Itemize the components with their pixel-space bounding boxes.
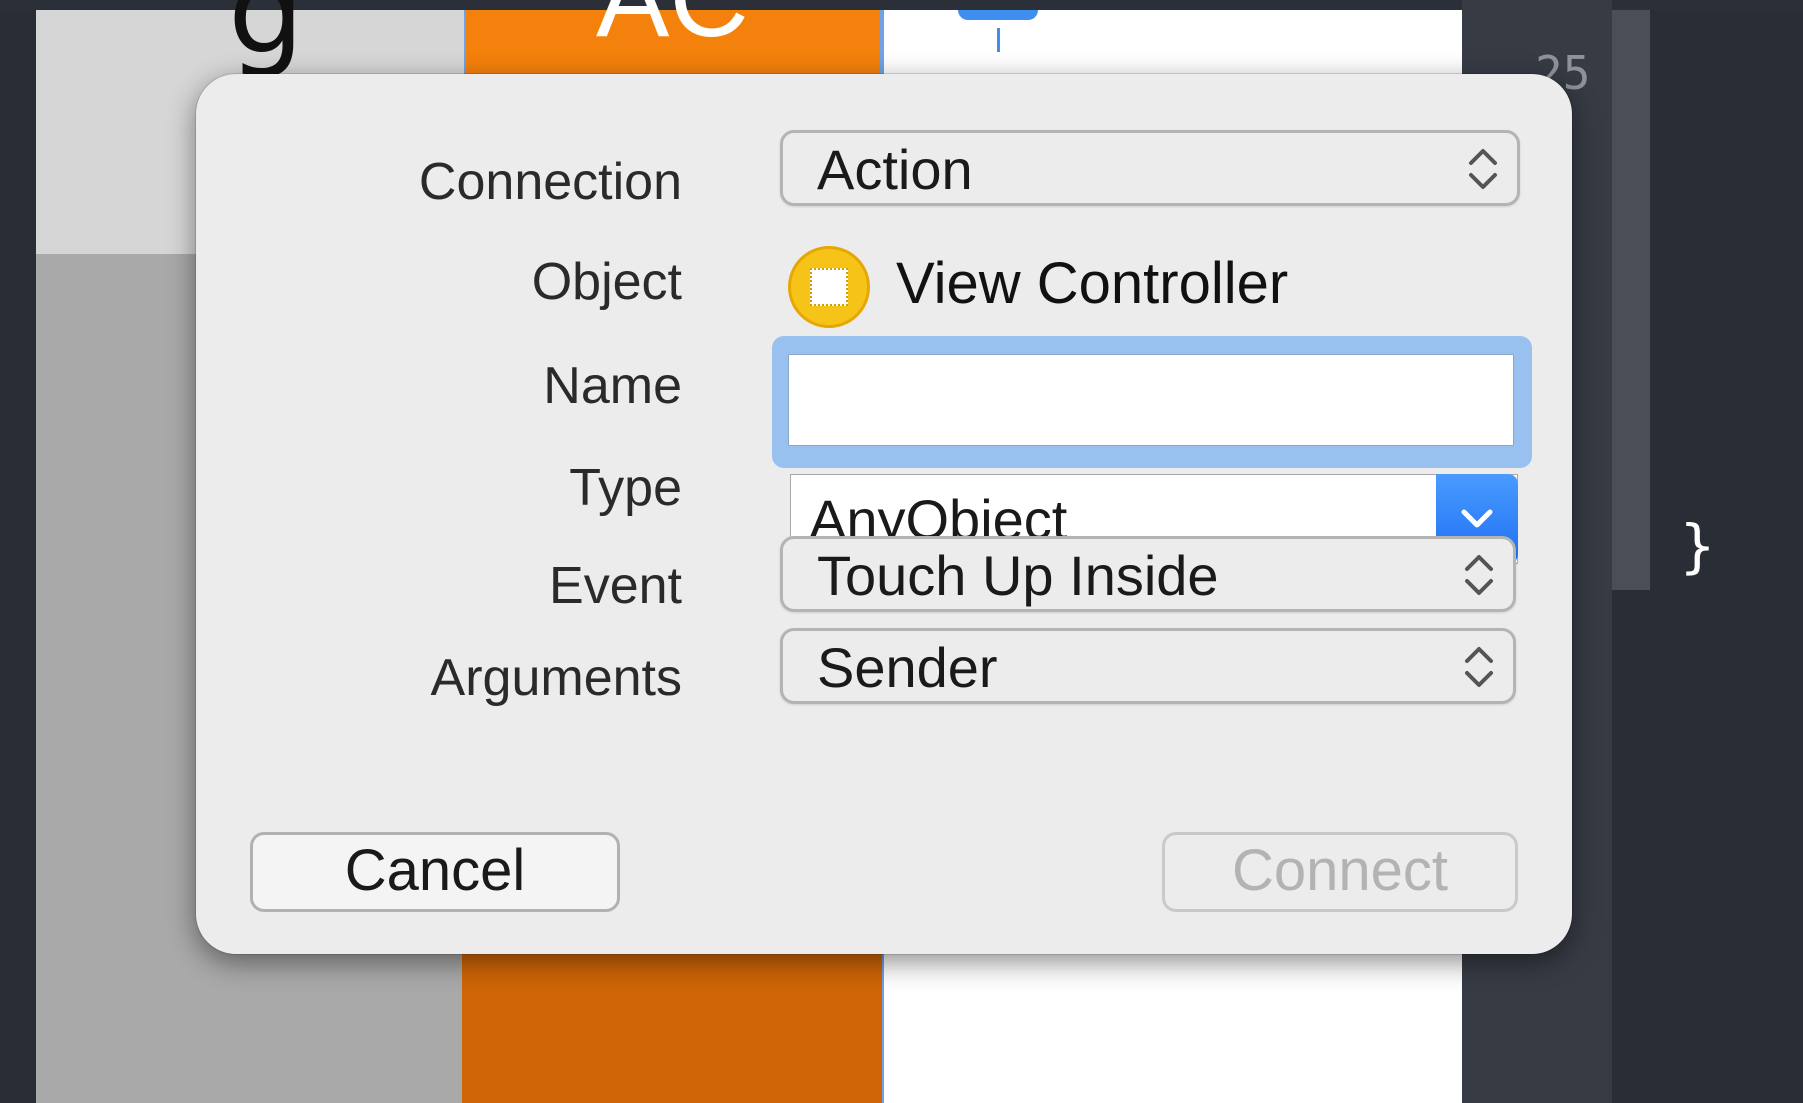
code-editor-ruler (1612, 10, 1650, 590)
connect-button[interactable]: Connect (1162, 832, 1518, 912)
object-value: View Controller (896, 251, 1289, 316)
name-field[interactable] (788, 354, 1514, 446)
type-label: Type (569, 459, 682, 517)
name-label: Name (543, 357, 682, 415)
orange-button-label: AC (596, 0, 749, 54)
arguments-label: Arguments (430, 649, 682, 707)
canvas-glyph: g (228, 0, 305, 81)
event-label: Event (549, 557, 682, 615)
connection-handle-line (997, 28, 1000, 52)
up-down-chevron-icon (1469, 149, 1497, 189)
arguments-value: Sender (817, 636, 998, 699)
connection-popup[interactable]: Action (780, 130, 1520, 206)
up-down-chevron-icon (1465, 555, 1493, 595)
up-down-chevron-icon (1465, 647, 1493, 687)
connection-label: Connection (418, 153, 682, 211)
arguments-popup[interactable]: Sender (780, 628, 1516, 704)
connection-value: Action (817, 138, 973, 201)
cancel-button[interactable]: Cancel (250, 832, 620, 912)
orange-button-element[interactable]: AC (464, 0, 882, 78)
orange-button-element-lower[interactable] (462, 940, 882, 1103)
connection-dialog: Connection Action Object View Controller… (196, 74, 1572, 954)
event-popup[interactable]: Touch Up Inside (780, 536, 1516, 612)
event-value: Touch Up Inside (817, 544, 1219, 607)
view-controller-icon-inner (810, 268, 848, 306)
view-controller-icon (788, 246, 870, 328)
connection-handle[interactable] (958, 10, 1038, 20)
object-label: Object (531, 253, 682, 311)
code-text[interactable]: } (1680, 512, 1715, 580)
